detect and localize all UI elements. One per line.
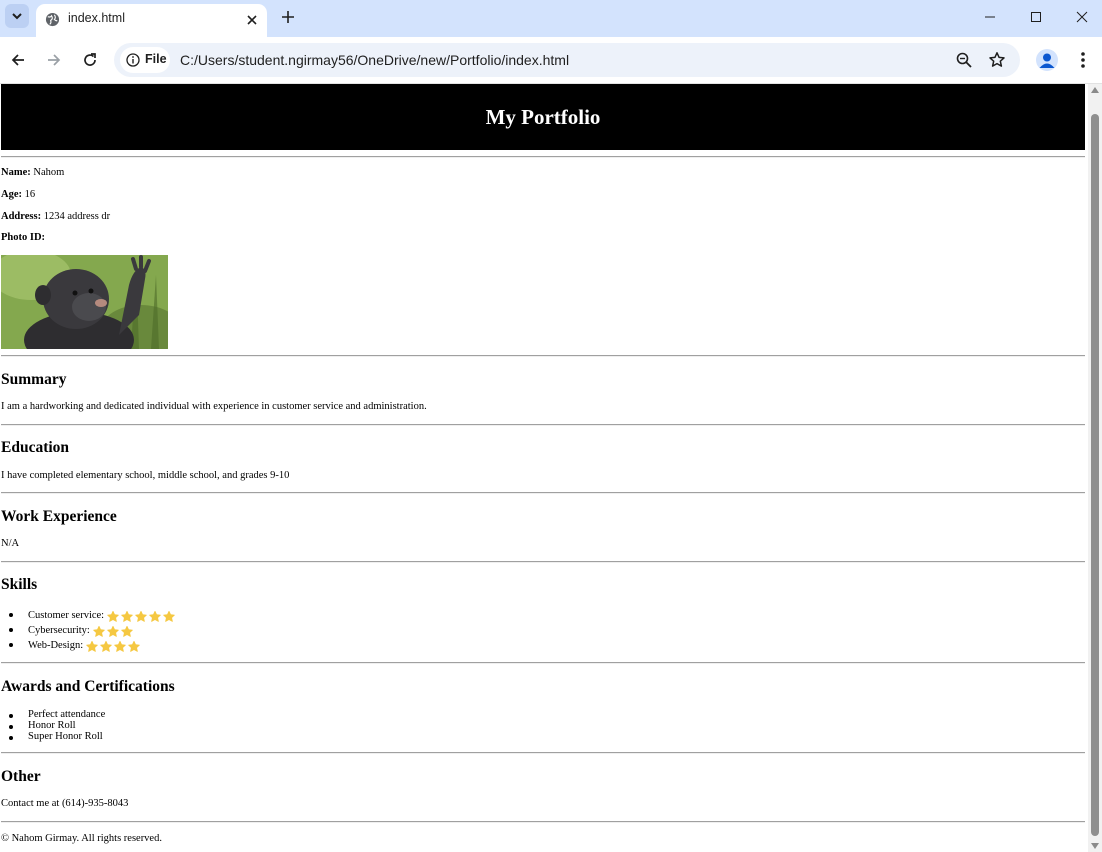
photo-id-image xyxy=(1,255,168,349)
award-item: Honor Roll xyxy=(0,720,105,731)
browser-toolbar: File C:/Users/student.ngirmay56/OneDrive… xyxy=(0,37,1102,84)
info-label: Age: xyxy=(1,189,22,200)
reload-button[interactable] xyxy=(80,50,100,70)
work-experience-text: N/A xyxy=(1,538,20,549)
skill-label: Customer service: xyxy=(28,610,105,621)
page-viewport: My Portfolio Name: Nahom Age: 16 Address… xyxy=(0,84,1088,852)
minimize-button[interactable] xyxy=(967,0,1013,34)
contact-text: Contact me at (614)-935-8043 xyxy=(1,798,129,809)
education-heading: Education xyxy=(1,439,70,456)
awards-heading: Awards and Certifications xyxy=(1,678,175,695)
info-address: Address: 1234 address dr xyxy=(1,211,110,222)
star-rating xyxy=(107,609,177,624)
skill-label: Web-Design: xyxy=(28,640,84,651)
more-options-icon[interactable] xyxy=(1074,50,1092,70)
star-icon xyxy=(114,640,126,652)
page-title: My Portfolio xyxy=(485,104,601,129)
page-header: My Portfolio xyxy=(1,84,1085,150)
maximize-icon xyxy=(1031,12,1041,22)
tab-title: index.html xyxy=(68,11,125,25)
star-icon xyxy=(100,640,112,652)
info-photo-id: Photo ID: xyxy=(1,232,45,243)
divider xyxy=(1,561,1085,563)
divider xyxy=(1,424,1085,426)
avatar-icon xyxy=(1039,53,1055,68)
footer-copyright: © Nahom Girmay. All rights reserved. xyxy=(1,833,162,844)
site-info-chip[interactable]: File xyxy=(120,47,170,73)
summary-heading: Summary xyxy=(1,371,67,388)
arrow-right-icon xyxy=(48,54,61,66)
bookmark-star-icon[interactable] xyxy=(988,51,1006,69)
info-value: 16 xyxy=(24,189,36,200)
new-tab-plus-icon[interactable] xyxy=(279,8,297,26)
site-chip-label: File xyxy=(145,52,167,66)
info-name: Name: Nahom xyxy=(1,167,64,178)
tab-strip: index.html xyxy=(0,0,1102,37)
window-close-button[interactable] xyxy=(1059,0,1102,34)
globe-icon xyxy=(45,12,60,27)
divider xyxy=(1,752,1085,754)
maximize-button[interactable] xyxy=(1013,0,1059,34)
tab-search-button[interactable] xyxy=(5,4,29,28)
chevron-down-icon xyxy=(12,13,22,20)
work-experience-heading: Work Experience xyxy=(1,508,117,525)
scroll-down-arrow-icon[interactable] xyxy=(1091,843,1099,849)
skill-item: Cybersecurity: xyxy=(0,623,177,638)
url-text[interactable]: C:/Users/student.ngirmay56/OneDrive/new/… xyxy=(180,52,569,68)
star-icon xyxy=(135,610,147,622)
arrow-left-icon xyxy=(11,54,24,66)
info-label: Photo ID: xyxy=(1,232,46,243)
profile-button[interactable] xyxy=(1036,49,1058,71)
star-rating xyxy=(86,639,142,654)
back-button[interactable] xyxy=(8,50,28,70)
forward-button[interactable] xyxy=(44,50,64,70)
info-value: 1234 address dr xyxy=(43,211,111,222)
close-icon[interactable] xyxy=(245,13,259,27)
star-rating xyxy=(93,624,135,639)
divider xyxy=(1,355,1085,357)
skill-item: Web-Design: xyxy=(0,638,177,653)
star-icon xyxy=(93,625,105,637)
skills-heading: Skills xyxy=(1,576,38,593)
skill-item: Customer service: xyxy=(0,608,177,623)
skills-list: Customer service: Cybersecurity: Web-Des… xyxy=(0,608,177,653)
star-icon xyxy=(163,610,175,622)
divider xyxy=(1,156,1085,158)
star-icon xyxy=(86,640,98,652)
info-age: Age: 16 xyxy=(1,189,35,200)
skill-label: Cybersecurity: xyxy=(28,625,90,636)
star-icon xyxy=(121,610,133,622)
info-icon xyxy=(126,53,140,67)
info-label: Name: xyxy=(1,167,31,178)
award-item: Super Honor Roll xyxy=(0,731,105,742)
star-icon xyxy=(121,625,133,637)
scroll-up-arrow-icon[interactable] xyxy=(1091,87,1099,93)
vertical-scrollbar[interactable] xyxy=(1088,84,1102,852)
browser-tab[interactable]: index.html xyxy=(36,4,267,37)
award-item: Perfect attendance xyxy=(0,709,105,720)
zoom-out-icon[interactable] xyxy=(955,51,973,69)
star-icon xyxy=(107,610,119,622)
scrollbar-thumb[interactable] xyxy=(1091,114,1099,836)
star-icon xyxy=(128,640,140,652)
monkey-photo xyxy=(1,255,168,349)
close-icon xyxy=(1076,11,1088,23)
other-heading: Other xyxy=(1,768,41,785)
divider xyxy=(1,662,1085,664)
reload-icon xyxy=(84,53,96,66)
info-value: Nahom xyxy=(33,167,65,178)
info-label: Address: xyxy=(1,211,42,222)
divider xyxy=(1,821,1085,823)
star-icon xyxy=(107,625,119,637)
star-icon xyxy=(149,610,161,622)
minimize-icon xyxy=(985,16,995,18)
divider xyxy=(1,492,1085,494)
summary-text: I am a hardworking and dedicated individ… xyxy=(1,401,427,412)
awards-list: Perfect attendance Honor Roll Super Hono… xyxy=(0,709,105,742)
address-bar[interactable]: File C:/Users/student.ngirmay56/OneDrive… xyxy=(114,43,1020,77)
education-text: I have completed elementary school, midd… xyxy=(1,470,290,481)
